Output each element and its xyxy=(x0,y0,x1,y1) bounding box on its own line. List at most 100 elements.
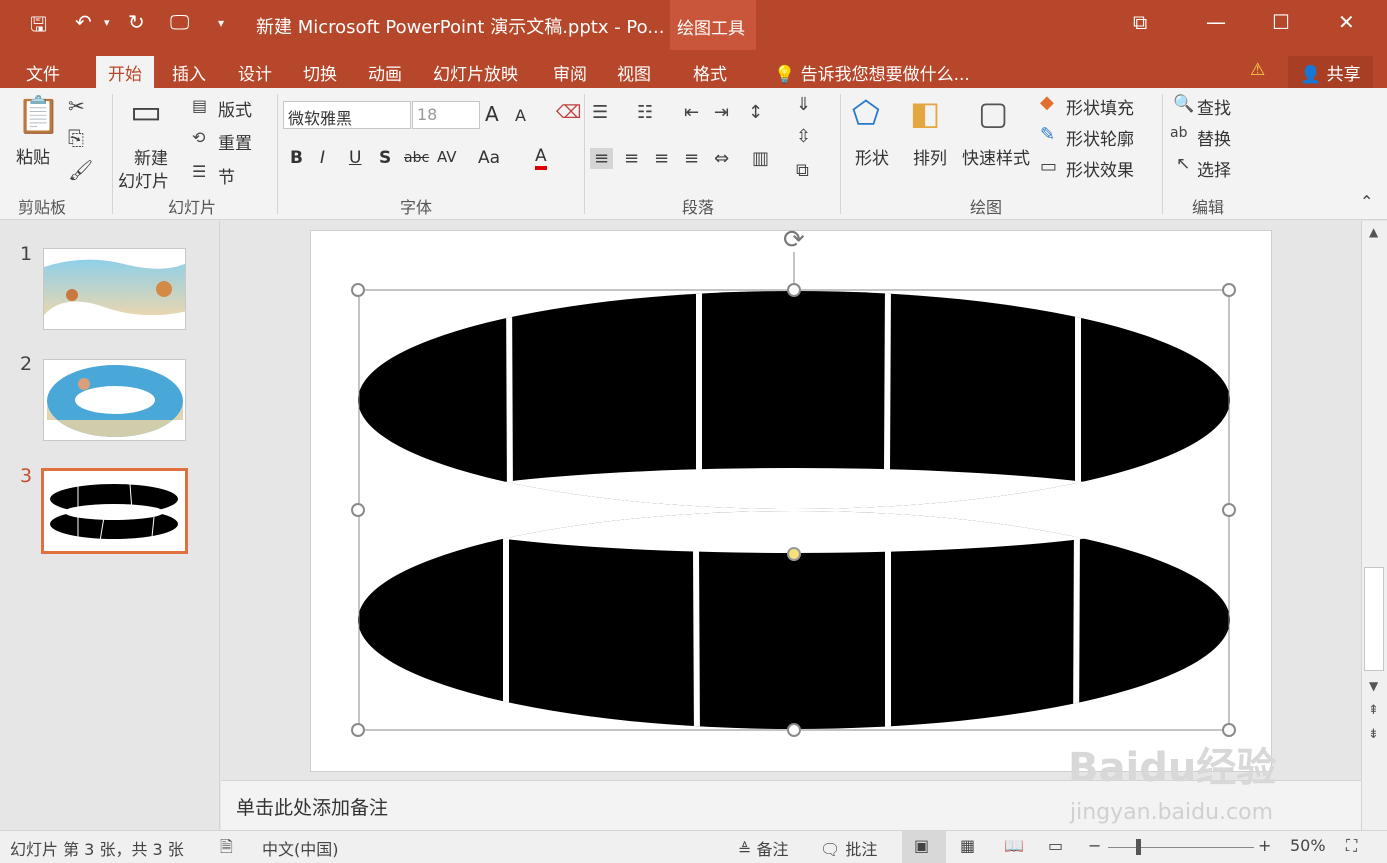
slide-thumbnail-2[interactable] xyxy=(43,359,186,441)
reset-button[interactable]: 重置 xyxy=(218,129,252,154)
columns-icon[interactable]: ▥ xyxy=(752,148,769,169)
ribbon-display-icon[interactable]: ⧉ xyxy=(1133,10,1147,34)
zoom-out-icon[interactable]: − xyxy=(1088,836,1101,855)
shapes-icon[interactable]: ⬠ xyxy=(852,94,880,132)
decrease-indent-icon[interactable]: ⇤ xyxy=(684,102,699,123)
zoom-slider-thumb[interactable] xyxy=(1136,839,1141,855)
tab-design[interactable]: 设计 xyxy=(226,56,284,88)
slide-thumbnail-3[interactable] xyxy=(41,468,188,554)
align-left-icon[interactable]: ≡ xyxy=(590,148,614,169)
scroll-up-icon[interactable]: ▲ xyxy=(1369,225,1378,239)
quick-styles-button[interactable]: 快速样式 xyxy=(962,144,1030,169)
tab-insert[interactable]: 插入 xyxy=(160,56,218,88)
replace-button[interactable]: 替换 xyxy=(1197,125,1231,150)
grow-font-button[interactable]: A xyxy=(485,102,499,126)
redo-icon[interactable]: ↻ xyxy=(128,10,145,34)
undo-dropdown-icon[interactable]: ▾ xyxy=(104,16,110,29)
resize-handle[interactable] xyxy=(351,503,365,517)
scroll-thumb[interactable] xyxy=(1364,567,1384,671)
strikethrough-button[interactable]: abc xyxy=(404,150,429,166)
resize-handle[interactable] xyxy=(787,283,801,297)
increase-indent-icon[interactable]: ⇥ xyxy=(714,102,729,123)
text-direction-icon[interactable]: ⇓ xyxy=(796,94,811,115)
scroll-down-icon[interactable]: ▼ xyxy=(1369,679,1378,693)
close-button[interactable]: ✕ xyxy=(1338,10,1355,34)
shape-outline-button[interactable]: 形状轮廓 xyxy=(1066,125,1134,150)
format-painter-icon[interactable]: 🖌 xyxy=(68,158,93,182)
layout-button[interactable]: 版式 xyxy=(218,96,252,121)
arrange-button[interactable]: 排列 xyxy=(913,144,947,169)
vertical-scrollbar[interactable]: ▲ ▼ ⇞ ⇟ xyxy=(1361,221,1387,830)
warning-icon[interactable]: ⚠ xyxy=(1238,56,1277,88)
tab-format[interactable]: 格式 xyxy=(681,56,739,88)
collapse-ribbon-icon[interactable]: ⌃ xyxy=(1360,192,1373,211)
resize-handle[interactable] xyxy=(787,723,801,737)
prev-slide-icon[interactable]: ⇞ xyxy=(1368,703,1379,718)
zoom-slider[interactable] xyxy=(1108,847,1254,848)
shadow-button[interactable]: S xyxy=(379,148,391,168)
undo-icon[interactable]: ↶ xyxy=(75,10,92,34)
paste-button[interactable]: 粘贴 xyxy=(16,143,50,168)
shape-fill-button[interactable]: 形状填充 xyxy=(1066,94,1134,119)
resize-handle[interactable] xyxy=(1222,283,1236,297)
notes-placeholder[interactable]: 单击此处添加备注 xyxy=(236,793,388,820)
tell-me-box[interactable]: 💡 告诉我您想要做什么... xyxy=(762,56,982,88)
resize-handle[interactable] xyxy=(1222,503,1236,517)
slide-thumbnail-1[interactable] xyxy=(43,248,186,330)
tab-animations[interactable]: 动画 xyxy=(356,56,414,88)
tab-file[interactable]: 文件 xyxy=(14,56,72,88)
tab-view[interactable]: 视图 xyxy=(605,56,663,88)
justify-icon[interactable]: ≡ xyxy=(684,148,699,169)
share-button[interactable]: 👤 共享 xyxy=(1288,56,1373,88)
copy-icon[interactable]: ⎘ xyxy=(68,126,84,150)
resize-handle[interactable] xyxy=(351,723,365,737)
shapes-button[interactable]: 形状 xyxy=(855,144,889,169)
section-button[interactable]: 节 xyxy=(218,163,235,188)
distributed-icon[interactable]: ⇔ xyxy=(714,148,729,169)
quick-styles-icon[interactable]: ▢ xyxy=(978,94,1008,132)
change-case-button[interactable]: Aa xyxy=(478,148,500,168)
find-button[interactable]: 查找 xyxy=(1197,94,1231,119)
char-spacing-button[interactable]: AV xyxy=(437,148,457,166)
shrink-font-button[interactable]: A xyxy=(515,106,526,125)
customize-qat-icon[interactable]: ▾ xyxy=(218,16,224,30)
shape-effects-button[interactable]: 形状效果 xyxy=(1066,156,1134,181)
minimize-button[interactable]: — xyxy=(1206,10,1226,34)
align-right-icon[interactable]: ≡ xyxy=(654,148,669,169)
new-slide-label-1[interactable]: 新建 xyxy=(134,144,168,169)
bullets-icon[interactable]: ☰ xyxy=(592,102,608,123)
ring-shape[interactable]: ⟳ xyxy=(310,222,1272,774)
paste-icon[interactable]: 📋 xyxy=(16,94,61,136)
save-icon[interactable]: 🖫 xyxy=(30,10,47,44)
numbering-icon[interactable]: ☷ xyxy=(637,102,653,123)
font-name-select[interactable]: 微软雅黑 xyxy=(283,101,411,129)
reading-view-icon[interactable]: 📖 xyxy=(1004,836,1024,855)
italic-button[interactable]: I xyxy=(320,148,325,168)
align-center-icon[interactable]: ≡ xyxy=(624,148,639,169)
clear-format-icon[interactable]: ⌫ xyxy=(556,102,581,123)
zoom-in-icon[interactable]: + xyxy=(1258,836,1271,855)
tab-slideshow[interactable]: 幻灯片放映 xyxy=(421,56,530,88)
font-size-select[interactable]: 18 xyxy=(412,101,480,129)
select-button[interactable]: 选择 xyxy=(1197,156,1231,181)
underline-button[interactable]: U xyxy=(349,148,361,168)
cut-icon[interactable]: ✂ xyxy=(68,94,85,118)
align-text-icon[interactable]: ⇳ xyxy=(796,126,811,147)
tab-transitions[interactable]: 切换 xyxy=(291,56,349,88)
tab-review[interactable]: 审阅 xyxy=(541,56,599,88)
bold-button[interactable]: B xyxy=(290,148,303,168)
present-icon[interactable]: 🖵 xyxy=(170,10,189,34)
next-slide-icon[interactable]: ⇟ xyxy=(1368,727,1379,742)
tab-home[interactable]: 开始 xyxy=(96,56,154,88)
resize-handle[interactable] xyxy=(351,283,365,297)
comments-toggle[interactable]: 🗨 批注 xyxy=(820,836,877,860)
slide-sorter-icon[interactable]: ▦ xyxy=(960,836,975,855)
fit-to-window-icon[interactable]: ⛶ xyxy=(1346,836,1357,856)
font-color-button[interactable]: A xyxy=(535,146,547,170)
notes-toggle[interactable]: ≜ 备注 xyxy=(738,836,789,860)
line-spacing-icon[interactable]: ↕ xyxy=(748,102,763,123)
language-indicator[interactable]: 中文(中国) xyxy=(262,836,339,860)
smartart-icon[interactable]: ⧉ xyxy=(796,160,809,181)
adjust-handle[interactable] xyxy=(787,547,801,561)
zoom-level[interactable]: 50% xyxy=(1290,836,1326,855)
